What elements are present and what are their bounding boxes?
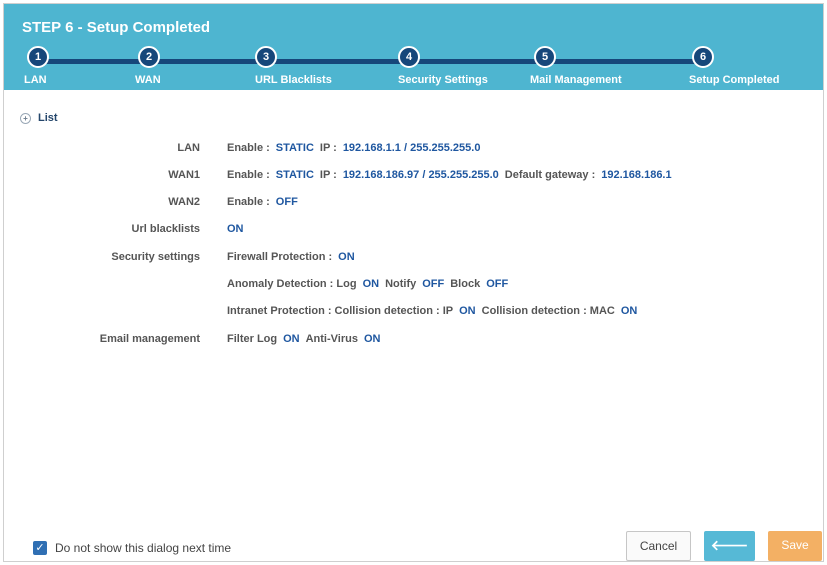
step-5-label: Mail Management — [530, 74, 622, 86]
row-content: Anomaly Detection : Log ON Notify OFF Bl… — [227, 278, 508, 290]
step-4-label: Security Settings — [398, 74, 488, 86]
wizard-header: STEP 6 - Setup Completed 1 LAN 2 WAN 3 U… — [4, 4, 823, 90]
step-1-label: LAN — [24, 74, 47, 86]
ip-value: 192.168.1.1 / 255.255.255.0 — [342, 142, 481, 154]
mac-value: ON — [620, 305, 638, 317]
ip-label: IP : — [319, 142, 337, 154]
anomaly-log-value: ON — [362, 278, 380, 290]
anti-virus-label: Anti-Virus — [305, 333, 358, 345]
enable-label: Enable : — [227, 196, 270, 208]
row-content: Enable : OFF — [227, 196, 298, 208]
step-3-circle[interactable]: 3 — [255, 46, 277, 68]
anti-virus-value: ON — [363, 333, 381, 345]
cancel-button[interactable]: Cancel — [626, 531, 691, 561]
list-toggle-label: List — [38, 112, 58, 124]
firewall-label: Firewall Protection : — [227, 251, 333, 263]
intranet-ip-value: ON — [459, 305, 476, 317]
do-not-show-label: Do not show this dialog next time — [55, 541, 232, 555]
row-label: Email management — [99, 333, 200, 345]
row-label: LAN — [177, 142, 200, 154]
anomaly-label: Anomaly Detection : Log — [227, 278, 357, 290]
enable-label: Enable : — [227, 169, 270, 181]
ip-label: IP : — [319, 169, 337, 181]
step-4-circle[interactable]: 4 — [398, 46, 420, 68]
gateway-label: Default gateway : — [504, 169, 596, 181]
save-button[interactable]: Save — [768, 531, 822, 561]
url-blacklist-value: ON — [227, 223, 244, 235]
plus-circle-icon: + — [20, 112, 31, 124]
list-toggle[interactable]: + List — [20, 112, 58, 124]
filter-log-label: Filter Log — [227, 333, 278, 345]
step-1-circle[interactable]: 1 — [27, 46, 49, 68]
step-3-label: URL Blacklists — [255, 74, 332, 86]
do-not-show-checkbox[interactable]: ✓ — [33, 541, 47, 555]
enable-value: OFF — [275, 196, 298, 208]
row-label: Url blacklists — [131, 223, 200, 235]
notify-value: OFF — [422, 278, 445, 290]
page-title: STEP 6 - Setup Completed — [22, 19, 211, 36]
back-button[interactable]: 🡐 — [704, 531, 755, 561]
step-5-circle[interactable]: 5 — [534, 46, 556, 68]
row-content: Firewall Protection : ON — [227, 251, 355, 263]
row-label: Security settings — [111, 251, 200, 263]
enable-value: STATIC — [275, 169, 314, 181]
enable-label: Enable : — [227, 142, 270, 154]
step-6-label: Setup Completed — [689, 74, 780, 86]
filter-log-value: ON — [283, 333, 300, 345]
firewall-value: ON — [338, 251, 355, 263]
row-content: Enable : STATIC IP : 192.168.1.1 / 255.2… — [227, 142, 480, 154]
row-content: Intranet Protection : Collision detectio… — [227, 305, 637, 317]
step-2-circle[interactable]: 2 — [138, 46, 160, 68]
row-label: WAN2 — [168, 196, 200, 208]
row-label: WAN1 — [168, 169, 200, 181]
gateway-value: 192.168.186.1 — [601, 169, 672, 181]
block-value: OFF — [486, 278, 509, 290]
intranet-label: Intranet Protection : Collision detectio… — [227, 305, 454, 317]
row-content: ON — [227, 223, 244, 235]
row-content: Filter Log ON Anti-Virus ON — [227, 333, 380, 345]
arrow-left-icon: 🡐 — [710, 537, 749, 553]
row-content: Enable : STATIC IP : 192.168.186.97 / 25… — [227, 169, 672, 181]
step-2-label: WAN — [135, 74, 161, 86]
block-label: Block — [450, 278, 481, 290]
notify-label: Notify — [385, 278, 417, 290]
step-6-circle[interactable]: 6 — [692, 46, 714, 68]
enable-value: STATIC — [275, 142, 314, 154]
ip-value: 192.168.186.97 / 255.255.255.0 — [342, 169, 499, 181]
mac-label: Collision detection : MAC — [481, 305, 615, 317]
